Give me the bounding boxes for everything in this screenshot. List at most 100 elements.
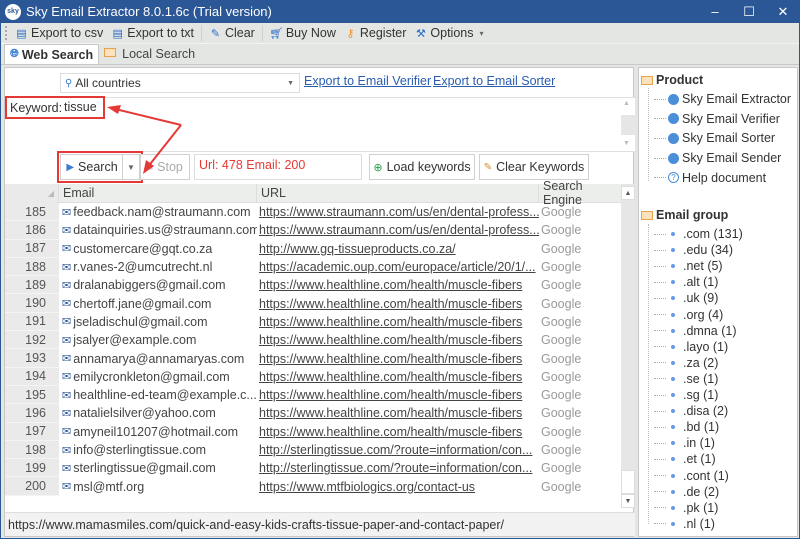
toolbar-grip[interactable] bbox=[5, 26, 7, 40]
row-number[interactable]: 190 bbox=[5, 294, 59, 313]
email-group-title[interactable]: Email group bbox=[641, 208, 728, 222]
row-number[interactable]: 194 bbox=[5, 367, 59, 386]
scroll-up-icon[interactable]: ▲ bbox=[623, 100, 630, 107]
table-row[interactable]: 189 ✉ dralanabiggers@gmail.com https://www.… bbox=[5, 276, 621, 295]
url-cell[interactable]: https://www.healthline.com/health/muscle… bbox=[257, 297, 539, 311]
scroll-up-icon[interactable]: ▲ bbox=[621, 186, 635, 200]
row-number[interactable]: 187 bbox=[5, 239, 59, 258]
email-cell[interactable]: ✉ healthline-ed-team@example.c... bbox=[59, 388, 257, 402]
keyword-scrollbar[interactable]: ▲ ▼ bbox=[619, 98, 635, 151]
url-cell[interactable]: https://www.healthline.com/health/muscle… bbox=[257, 388, 539, 402]
email-cell[interactable]: ✉ r.vanes-2@umcutrecht.nl bbox=[59, 260, 257, 274]
stop-button[interactable]: ■ Stop bbox=[140, 154, 190, 180]
country-select[interactable]: ⚲ All countries ▼ bbox=[60, 73, 300, 93]
scroll-thumb[interactable] bbox=[621, 115, 635, 135]
url-cell[interactable]: https://www.healthline.com/health/muscle… bbox=[257, 352, 539, 366]
load-keywords-button[interactable]: ⊕ Load keywords bbox=[369, 154, 475, 180]
table-row[interactable]: 200 ✉ msl@mtf.org https://www.mtfbiologics.… bbox=[5, 477, 621, 496]
url-cell[interactable]: https://academic.oup.com/europace/articl… bbox=[257, 260, 539, 274]
table-row[interactable]: 190 ✉ chertoff.jane@gmail.com https://www.h… bbox=[5, 294, 621, 313]
tab-web-search[interactable]: 🌐︎ Web Search bbox=[4, 44, 100, 64]
email-cell[interactable]: ✉ datainquiries.us@straumann.com bbox=[59, 223, 257, 237]
row-number[interactable]: 198 bbox=[5, 440, 59, 460]
table-row[interactable]: 195 ✉ healthline-ed-team@example.c... https… bbox=[5, 385, 621, 405]
select-all-corner[interactable]: ◢ bbox=[5, 183, 59, 203]
email-cell[interactable]: ✉ msl@mtf.org bbox=[59, 480, 257, 494]
scroll-down-icon[interactable]: ▼ bbox=[623, 140, 630, 147]
table-row[interactable]: 197 ✉ amyneil101207@hotmail.com https://www… bbox=[5, 422, 621, 441]
email-cell[interactable]: ✉ dralanabiggers@gmail.com bbox=[59, 278, 257, 292]
row-number[interactable]: 186 bbox=[5, 221, 59, 240]
maximize-button[interactable]: ☐ bbox=[732, 0, 766, 23]
tab-local-search[interactable]: Local Search bbox=[99, 44, 200, 64]
sidebar-item-sky-email-verifier[interactable]: Sky Email Verifier bbox=[654, 110, 780, 128]
export-to-email-sorter-link[interactable]: Export to Email Sorter bbox=[433, 74, 555, 88]
row-number[interactable]: 192 bbox=[5, 331, 59, 350]
export-txt-button[interactable]: ▤ Export to txt bbox=[107, 23, 198, 43]
email-cell[interactable]: ✉ sterlingtissue@gmail.com bbox=[59, 461, 257, 475]
row-number[interactable]: 189 bbox=[5, 276, 59, 295]
email-cell[interactable]: ✉ natalielsilver@yahoo.com bbox=[59, 406, 257, 420]
export-csv-button[interactable]: ▤ Export to csv bbox=[11, 23, 107, 43]
table-row[interactable]: 192 ✉ jsalyer@example.com https://www.healt… bbox=[5, 331, 621, 350]
keyword-input[interactable]: tissue bbox=[60, 97, 640, 152]
url-cell[interactable]: http://www.gq-tissueproducts.co.za/ bbox=[257, 242, 539, 256]
export-to-email-verifier-link[interactable]: Export to Email Verifier bbox=[304, 74, 431, 88]
email-group-item[interactable]: .nl (1) bbox=[654, 515, 715, 533]
table-row[interactable]: 186 ✉ datainquiries.us@straumann.com https:… bbox=[5, 221, 621, 240]
table-row[interactable]: 187 ✉ customercare@gqt.co.za http://www.gq-… bbox=[5, 239, 621, 258]
row-number[interactable]: 199 bbox=[5, 459, 59, 478]
sidebar-item-sky-email-extractor[interactable]: Sky Email Extractor bbox=[654, 90, 791, 108]
table-row[interactable]: 196 ✉ natalielsilver@yahoo.com https://www.… bbox=[5, 404, 621, 423]
url-cell[interactable]: https://www.healthline.com/health/muscle… bbox=[257, 370, 539, 384]
clear-keywords-button[interactable]: ✎ Clear Keywords bbox=[479, 154, 589, 180]
column-header-email[interactable]: Email bbox=[59, 183, 257, 203]
scroll-thumb[interactable] bbox=[621, 470, 635, 494]
sidebar-item-sky-email-sender[interactable]: Sky Email Sender bbox=[654, 149, 781, 167]
url-cell[interactable]: https://www.healthline.com/health/muscle… bbox=[257, 278, 539, 292]
table-row[interactable]: 188 ✉ r.vanes-2@umcutrecht.nl https://acade… bbox=[5, 257, 621, 277]
email-cell[interactable]: ✉ jseladischul@gmail.com bbox=[59, 315, 257, 329]
url-cell[interactable]: https://www.healthline.com/health/muscle… bbox=[257, 315, 539, 329]
sidebar-item-sky-email-sorter[interactable]: Sky Email Sorter bbox=[654, 129, 775, 147]
row-number[interactable]: 197 bbox=[5, 422, 59, 441]
email-cell[interactable]: ✉ jsalyer@example.com bbox=[59, 333, 257, 347]
table-row[interactable]: 194 ✉ emilycronkleton@gmail.com https://www… bbox=[5, 367, 621, 386]
url-cell[interactable]: http://sterlingtissue.com/?route=informa… bbox=[257, 443, 539, 457]
table-row[interactable]: 199 ✉ sterlingtissue@gmail.com http://sterl… bbox=[5, 459, 621, 478]
email-cell[interactable]: ✉ annamarya@annamaryas.com bbox=[59, 352, 257, 366]
row-number[interactable]: 195 bbox=[5, 385, 59, 405]
url-cell[interactable]: https://www.mtfbiologics.org/contact-us bbox=[257, 480, 539, 494]
product-group-title[interactable]: Product bbox=[641, 73, 703, 87]
row-number[interactable]: 185 bbox=[5, 203, 59, 222]
url-cell[interactable]: https://www.healthline.com/health/muscle… bbox=[257, 425, 539, 439]
column-header-search-engine[interactable]: Search Engine bbox=[539, 179, 621, 207]
url-cell[interactable]: https://www.healthline.com/health/muscle… bbox=[257, 406, 539, 420]
email-cell[interactable]: ✉ amyneil101207@hotmail.com bbox=[59, 425, 257, 439]
email-cell[interactable]: ✉ feedback.nam@straumann.com bbox=[59, 205, 257, 219]
sidebar-item-help-document[interactable]: ? Help document bbox=[654, 169, 766, 187]
clear-button[interactable]: ✎ Clear bbox=[205, 23, 259, 43]
url-cell[interactable]: http://sterlingtissue.com/?route=informa… bbox=[257, 461, 539, 475]
email-cell[interactable]: ✉ emilycronkleton@gmail.com bbox=[59, 370, 257, 384]
url-cell[interactable]: https://www.straumann.com/us/en/dental-p… bbox=[257, 223, 539, 237]
table-row[interactable]: 193 ✉ annamarya@annamaryas.com https://www.… bbox=[5, 349, 621, 368]
table-scrollbar[interactable]: ▲ ▼ bbox=[621, 184, 635, 508]
column-header-url[interactable]: URL bbox=[257, 183, 539, 203]
email-cell[interactable]: ✉ info@sterlingtissue.com bbox=[59, 443, 257, 457]
row-number[interactable]: 200 bbox=[5, 477, 59, 496]
minimize-button[interactable]: – bbox=[698, 0, 732, 23]
url-cell[interactable]: https://www.healthline.com/health/muscle… bbox=[257, 333, 539, 347]
scroll-down-icon[interactable]: ▼ bbox=[621, 494, 635, 508]
email-cell[interactable]: ✉ customercare@gqt.co.za bbox=[59, 242, 257, 256]
row-number[interactable]: 193 bbox=[5, 349, 59, 368]
buy-now-button[interactable]: 🛒︎ Buy Now bbox=[266, 23, 340, 43]
table-row[interactable]: 198 ✉ info@sterlingtissue.com http://sterli… bbox=[5, 440, 621, 460]
table-row[interactable]: 191 ✉ jseladischul@gmail.com https://www.he… bbox=[5, 312, 621, 332]
table-row[interactable]: 185 ✉ feedback.nam@straumann.com https://ww… bbox=[5, 203, 621, 222]
row-number[interactable]: 191 bbox=[5, 312, 59, 332]
close-button[interactable]: ✕ bbox=[766, 0, 800, 23]
row-number[interactable]: 188 bbox=[5, 257, 59, 277]
row-number[interactable]: 196 bbox=[5, 404, 59, 423]
register-button[interactable]: ⚷ Register bbox=[340, 23, 411, 43]
